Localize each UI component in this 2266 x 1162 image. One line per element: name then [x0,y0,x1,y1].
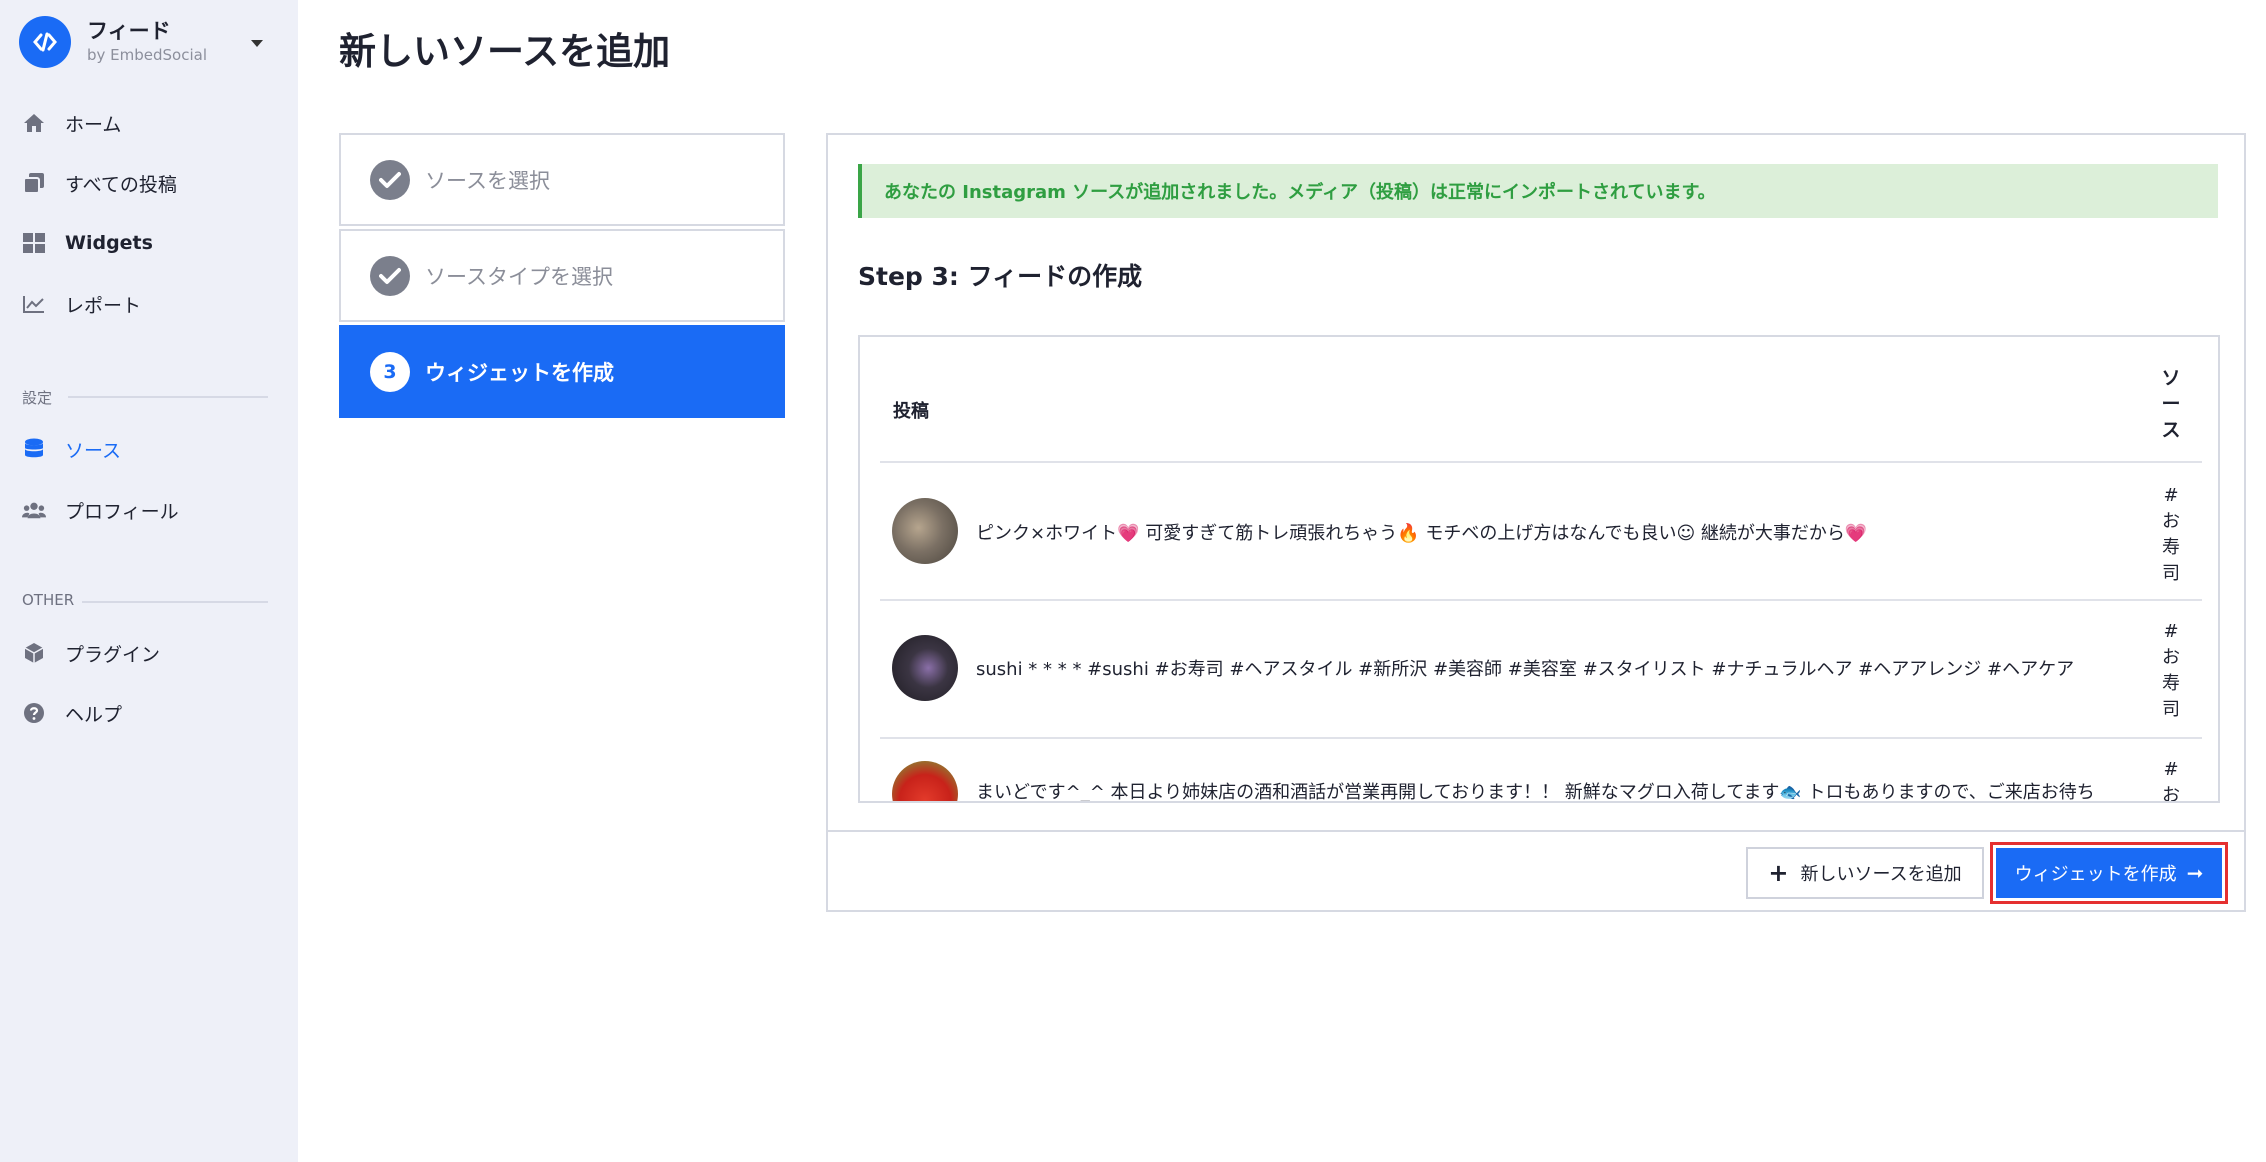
nav-item-plugins[interactable]: プラグイン [22,633,272,673]
step-heading: Step 3: フィードの作成 [858,262,1143,291]
wizard-steps: ソースを選択 ソースタイプを選択 3 ウィジェットを作成 [339,133,785,418]
post-thumbnail [892,635,958,701]
nav-item-reports[interactable]: レポート [22,284,272,324]
add-source-button[interactable]: + 新しいソースを追加 [1746,847,1984,899]
chevron-down-icon [251,40,263,47]
nav-item-label: ソース [65,439,122,462]
nav-item-label: プラグイン [65,643,161,666]
nav-item-label: ホーム [65,113,122,136]
step-label: ウィジェットを作成 [425,360,614,385]
create-widget-label: ウィジェットを作成 [2014,864,2177,885]
nav-item-profiles[interactable]: プロフィール [22,490,272,530]
nav-item-label: プロフィール [65,500,179,523]
nav-item-label: すべての投稿 [65,173,177,196]
brand-subtitle: by EmbedSocial [87,46,207,64]
create-widget-highlight: ウィジェットを作成 ➞ [1990,842,2228,904]
column-header-source: ソース [2161,367,2181,441]
post-source: # お [2162,759,2180,803]
question-icon [22,701,46,725]
plus-icon: + [1768,859,1789,887]
copy-icon [22,171,46,195]
create-feed-panel: あなたの Instagram ソースが追加されました。メディア（投稿）は正常にイ… [826,133,2246,912]
nav-item-label: レポート [65,294,142,317]
table-row[interactable]: ピンク×ホワイト💗 可愛すぎて筋トレ頑張れちゃう🔥 モチベの上げ方はなんでも良い… [880,463,2202,599]
nav-item-home[interactable]: ホーム [22,103,272,143]
nav-item-label: Widgets [65,232,153,254]
post-text: まいどです^_^ 本日より姉妹店の酒和酒話が営業再開しております！！ 新鮮なマグ… [976,782,2095,803]
post-thumbnail [892,761,958,801]
table-row[interactable]: sushi * * * * #sushi #お寿司 #ヘアスタイル #新所沢 #… [880,601,2202,737]
add-source-label: 新しいソースを追加 [1800,864,1962,885]
step-create-widget[interactable]: 3 ウィジェットを作成 [339,325,785,418]
check-icon [370,255,410,296]
nav-item-widgets[interactable]: Widgets [22,223,272,263]
nav-item-help[interactable]: ヘルプ [22,693,272,733]
post-text: ピンク×ホワイト💗 可愛すぎて筋トレ頑張れちゃう🔥 モチベの上げ方はなんでも良い… [976,523,1868,544]
brand-title: フィード [87,19,171,43]
check-icon [370,159,410,200]
step-label: ソースタイプを選択 [425,264,613,289]
brand-switcher[interactable]: フィード by EmbedSocial [19,14,279,70]
sidebar: フィード by EmbedSocial ホーム すべての投稿 Widgets レ… [0,0,298,1162]
posts-table[interactable]: 投稿 ソース ピンク×ホワイト💗 可愛すぎて筋トレ頑張れちゃう🔥 モチベの上げ方… [858,335,2220,803]
table-row[interactable]: まいどです^_^ 本日より姉妹店の酒和酒話が営業再開しております！！ 新鮮なマグ… [880,739,2202,803]
post-source: # お寿司 [2162,621,2180,720]
post-source: # お寿司 [2162,485,2180,584]
step-select-source[interactable]: ソースを選択 [339,133,785,226]
nav-item-sources[interactable]: ソース [22,429,272,469]
embedsocial-logo-icon [19,16,71,68]
arrow-right-icon: ➞ [2186,861,2204,885]
database-icon [22,437,46,461]
home-icon [22,111,46,135]
divider [68,396,268,398]
step-label: ソースを選択 [425,168,550,193]
step-select-source-type[interactable]: ソースタイプを選択 [339,229,785,322]
grid-icon [22,231,46,255]
chart-icon [22,292,46,316]
settings-section-label: 設定 [22,389,53,407]
other-section-label: OTHER [22,591,75,609]
page-title: 新しいソースを追加 [339,30,671,73]
post-thumbnail [892,498,958,564]
step-number: 3 [370,351,410,392]
create-widget-button[interactable]: ウィジェットを作成 ➞ [1996,848,2222,898]
success-alert: あなたの Instagram ソースが追加されました。メディア（投稿）は正常にイ… [858,164,2218,218]
divider [82,601,268,603]
users-icon [22,498,46,522]
post-text: sushi * * * * #sushi #お寿司 #ヘアスタイル #新所沢 #… [976,659,2075,680]
nav-item-all-posts[interactable]: すべての投稿 [22,163,272,203]
column-header-posts: 投稿 [893,401,929,422]
nav-item-label: ヘルプ [65,703,123,726]
divider [828,830,2244,832]
cube-icon [22,641,46,665]
